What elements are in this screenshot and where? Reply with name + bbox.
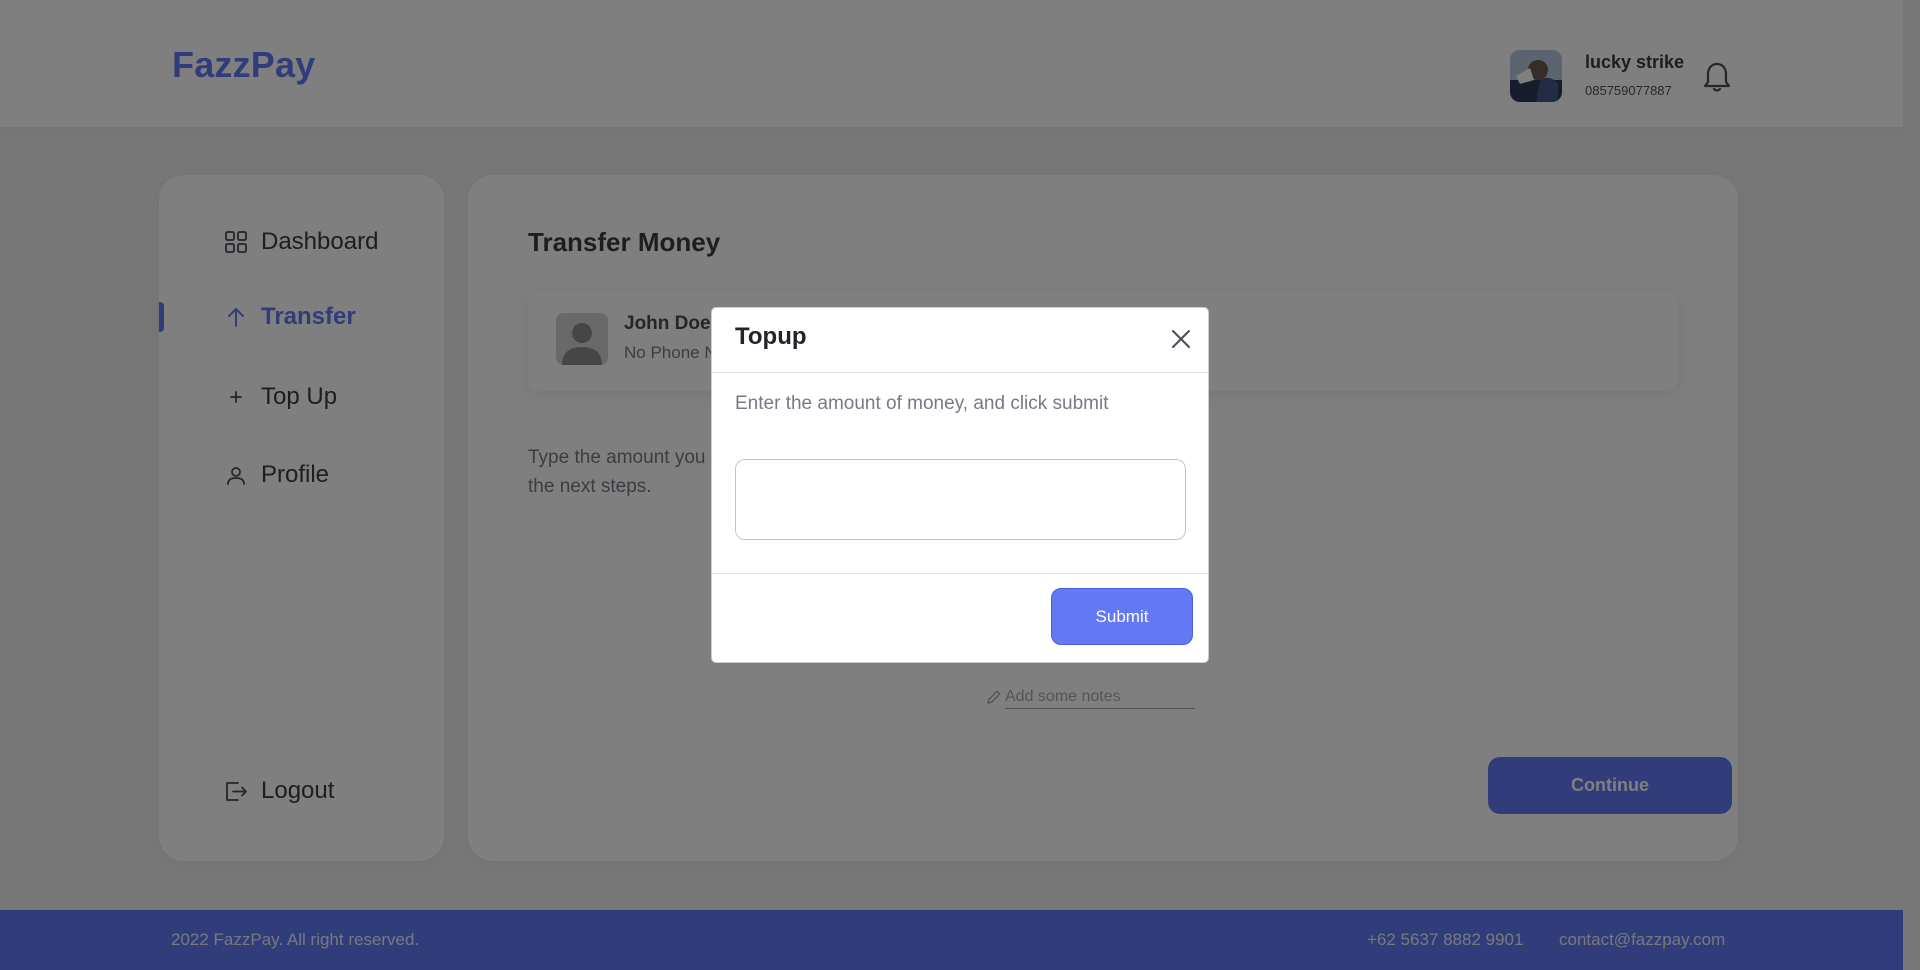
close-button[interactable] xyxy=(1167,326,1195,354)
topup-modal: Topup Enter the amount of money, and cli… xyxy=(711,307,1209,663)
modal-footer: Submit xyxy=(712,573,1208,663)
submit-button[interactable]: Submit xyxy=(1051,588,1193,645)
modal-title: Topup xyxy=(735,323,807,350)
modal-description: Enter the amount of money, and click sub… xyxy=(735,393,1109,414)
close-icon xyxy=(1171,329,1191,352)
amount-input[interactable] xyxy=(735,459,1186,540)
modal-header: Topup xyxy=(712,308,1208,373)
